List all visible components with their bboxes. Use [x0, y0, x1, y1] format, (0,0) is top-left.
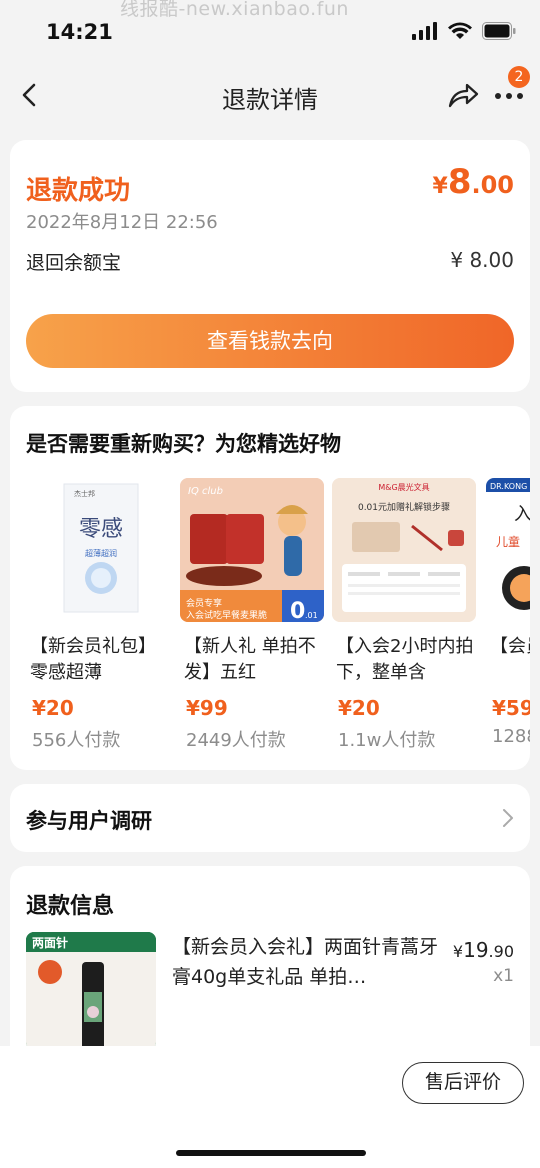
survey-label: 参与用户调研	[26, 809, 152, 833]
product-card[interactable]: IQ club 会员专享 入会试吃早餐麦果脆 0 .01 【新人礼 单拍不发】五…	[180, 478, 324, 758]
signal-icon	[412, 22, 437, 40]
refund-amount: ¥8.00	[433, 162, 515, 202]
status-bar: 线报酷-new.xianbao.fun 14:21	[0, 0, 540, 66]
svg-text:会员专享: 会员专享	[186, 597, 222, 609]
refund-amount-decimal: .00	[471, 171, 514, 199]
product-sold: 556人付款	[32, 730, 121, 751]
recommend-list: 零感 超薄超润 杰士邦 【新会员礼包】 零感超薄 ¥20 556人付款 IQ c…	[26, 478, 530, 758]
refund-amount-integer: 8	[447, 162, 472, 202]
refund-info-card: 退款信息 两面针 【新会员入会礼】两面针青蒿牙膏40g单支礼品 单拍… ¥19.…	[10, 866, 530, 1066]
product-name: 【入会2小时内拍下，整单含	[336, 636, 474, 683]
battery-icon	[482, 22, 516, 40]
refund-time: 2022年8月12日 22:56	[26, 212, 218, 233]
svg-text:入会试吃早餐麦果脆: 入会试吃早餐麦果脆	[186, 609, 267, 621]
product-image-graphic: M&G晨光文具 0.01元加赠礼解锁步骤	[332, 478, 476, 622]
product-image: M&G晨光文具 0.01元加赠礼解锁步骤	[332, 478, 476, 622]
product-card[interactable]: M&G晨光文具 0.01元加赠礼解锁步骤 【入会2小时内拍下，整单含 ¥20 1…	[332, 478, 476, 758]
refund-summary-card: 退款成功 ¥8.00 2022年8月12日 22:56 退回余额宝 ¥ 8.00…	[10, 140, 530, 392]
product-price: ¥59	[492, 696, 530, 720]
refund-product-quantity: x1	[493, 966, 514, 986]
product-image: DR.KONG 入 儿童	[486, 478, 530, 622]
after-sale-review-button[interactable]: 售后评价	[402, 1062, 524, 1104]
refund-amount-currency: ¥	[432, 174, 448, 199]
svg-text:0.01元加赠礼解锁步骤: 0.01元加赠礼解锁步骤	[358, 501, 450, 513]
svg-text:超薄超润: 超薄超润	[85, 548, 117, 558]
refund-status: 退款成功	[26, 176, 131, 206]
product-image-text: 零感	[79, 517, 123, 542]
wifi-icon	[448, 22, 472, 39]
refund-product-image-graphic: 两面针	[26, 932, 156, 1050]
refund-product-price-integer: 19	[463, 938, 489, 962]
recommend-title: 是否需要重新购买？为您精选好物	[26, 432, 341, 456]
svg-text:儿童: 儿童	[496, 534, 520, 549]
svg-text:两面针: 两面针	[32, 935, 68, 950]
svg-text:M&G晨光文具: M&G晨光文具	[378, 482, 429, 492]
svg-text:杰士邦: 杰士邦	[74, 489, 95, 498]
status-time: 14:21	[46, 20, 113, 44]
product-price: ¥20	[32, 696, 74, 720]
product-name: 【会员礼】	[490, 636, 530, 657]
refund-product-image[interactable]: 两面针	[26, 932, 156, 1050]
refund-destination-amount: ¥ 8.00	[450, 248, 514, 272]
product-sold: 1288	[492, 726, 530, 747]
svg-text:0: 0	[290, 599, 305, 622]
track-funds-button[interactable]: 查看钱款去向	[26, 314, 514, 368]
status-icons	[412, 22, 516, 40]
product-sold: 2449人付款	[186, 730, 286, 751]
product-card[interactable]: 零感 超薄超润 杰士邦 【新会员礼包】 零感超薄 ¥20 556人付款	[26, 478, 170, 758]
refund-product-name[interactable]: 【新会员入会礼】两面针青蒿牙膏40g单支礼品 单拍…	[172, 932, 442, 992]
product-image-graphic: IQ club 会员专享 入会试吃早餐麦果脆 0 .01	[180, 478, 324, 622]
refund-product-price-decimal: .90	[488, 942, 514, 961]
chevron-right-icon	[503, 809, 513, 827]
product-name: 【新人礼 单拍不发】五红	[184, 636, 316, 683]
refund-info-title: 退款信息	[26, 894, 115, 919]
nav-bar: 退款详情	[0, 66, 540, 126]
product-sold: 1.1w人付款	[338, 730, 436, 751]
user-survey-row[interactable]: 参与用户调研	[10, 784, 530, 852]
share-icon[interactable]	[446, 80, 480, 110]
product-card[interactable]: DR.KONG 入 儿童 【会员礼】 ¥59 1288	[486, 478, 530, 758]
product-image: IQ club 会员专享 入会试吃早餐麦果脆 0 .01	[180, 478, 324, 622]
watermark: 线报酷-new.xianbao.fun	[120, 0, 349, 20]
notification-badge: 2	[508, 66, 530, 88]
recommend-card: 是否需要重新购买？为您精选好物 零感 超薄超润 杰士邦 【新会员礼包】 零感超薄…	[10, 406, 530, 770]
bottom-bar: 售后评价	[0, 1046, 540, 1168]
product-name: 【新会员礼包】 零感超薄	[30, 636, 156, 683]
product-image-graphic: DR.KONG 入 儿童	[486, 478, 530, 610]
product-price: ¥99	[186, 696, 228, 720]
svg-text:.01: .01	[305, 611, 318, 620]
product-image-graphic: 零感 超薄超润 杰士邦	[63, 483, 139, 613]
svg-text:DR.KONG: DR.KONG	[490, 482, 527, 491]
svg-text:IQ club: IQ club	[188, 486, 223, 497]
product-image: 零感 超薄超润 杰士邦	[26, 478, 170, 622]
refund-destination: 退回余额宝	[26, 252, 122, 274]
product-price: ¥20	[338, 696, 380, 720]
refund-product-price: ¥19.90	[453, 938, 514, 962]
svg-text:入: 入	[514, 504, 530, 525]
refund-product-price-currency: ¥	[452, 942, 464, 961]
home-indicator[interactable]	[176, 1150, 366, 1156]
